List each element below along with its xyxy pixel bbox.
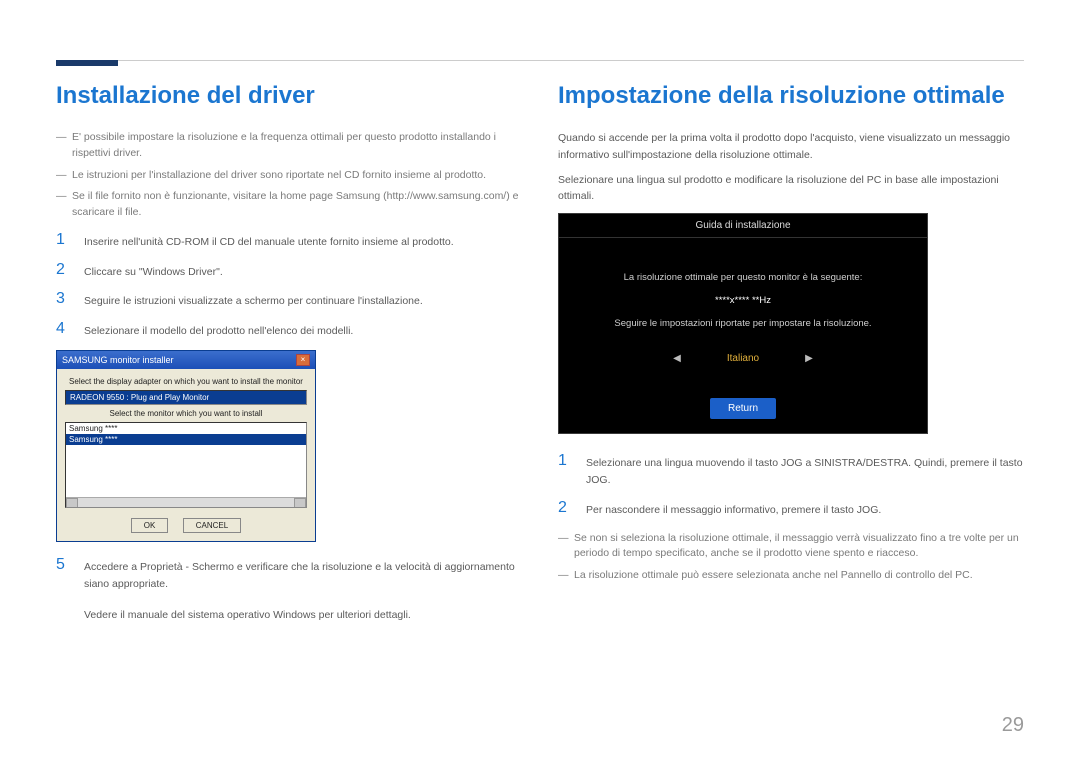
top-rule-accent xyxy=(56,60,118,66)
step-text: Selezionare il modello del prodotto nell… xyxy=(84,320,353,340)
osd-line: Seguire le impostazioni riportate per im… xyxy=(575,318,911,329)
osd-language: Italiano xyxy=(727,353,759,364)
note-item: La risoluzione ottimale può essere selez… xyxy=(558,568,1024,584)
adapter-select[interactable]: RADEON 9550 : Plug and Play Monitor xyxy=(65,390,307,405)
installer-titlebar: SAMSUNG monitor installer × xyxy=(57,351,315,369)
note-item: Se non si seleziona la risoluzione ottim… xyxy=(558,531,1024,563)
osd-language-selector[interactable]: ◀ Italiano ▶ xyxy=(575,353,911,364)
step-row: 5 Accedere a Proprietà - Schermo e verif… xyxy=(56,556,522,593)
footer-text: Vedere il manuale del sistema operativo … xyxy=(84,607,522,624)
step-text: Cliccare su "Windows Driver". xyxy=(84,261,223,281)
installer-label: Select the display adapter on which you … xyxy=(65,377,307,386)
step-text: Accedere a Proprietà - Schermo e verific… xyxy=(84,556,522,593)
top-rule xyxy=(56,60,1024,61)
step-text: Seguire le istruzioni visualizzate a sch… xyxy=(84,290,423,310)
osd-title: Guida di installazione xyxy=(559,214,927,238)
step-number: 3 xyxy=(56,290,70,310)
paragraph: Selezionare una lingua sul prodotto e mo… xyxy=(558,172,1024,206)
step-number: 4 xyxy=(56,320,70,340)
step-row: 2 Cliccare su "Windows Driver". xyxy=(56,261,522,281)
note-item: Le istruzioni per l'installazione del dr… xyxy=(56,168,522,184)
step-number: 1 xyxy=(558,452,572,489)
step-row: 4 Selezionare il modello del prodotto ne… xyxy=(56,320,522,340)
scrollbar[interactable] xyxy=(66,497,306,507)
cancel-button[interactable]: CANCEL xyxy=(183,518,241,533)
note-item: Se il file fornito non è funzionante, vi… xyxy=(56,189,522,221)
ok-button[interactable]: OK xyxy=(131,518,169,533)
chevron-right-icon[interactable]: ▶ xyxy=(805,353,813,364)
step-number: 2 xyxy=(558,499,572,519)
osd-line: La risoluzione ottimale per questo monit… xyxy=(575,272,911,283)
installer-label: Select the monitor which you want to ins… xyxy=(65,409,307,418)
paragraph: Quando si accende per la prima volta il … xyxy=(558,130,1024,164)
installer-window: SAMSUNG monitor installer × Select the d… xyxy=(56,350,316,542)
page-title-left: Installazione del driver xyxy=(56,82,522,110)
step-text: Selezionare una lingua muovendo il tasto… xyxy=(586,452,1024,489)
osd-panel: Guida di installazione La risoluzione ot… xyxy=(558,213,928,434)
step-number: 1 xyxy=(56,231,70,251)
step-row: 1 Inserire nell'unità CD-ROM il CD del m… xyxy=(56,231,522,251)
step-row: 3 Seguire le istruzioni visualizzate a s… xyxy=(56,290,522,310)
right-column: Impostazione della risoluzione ottimale … xyxy=(558,82,1024,623)
list-item[interactable]: Samsung **** xyxy=(66,423,306,434)
step-number: 5 xyxy=(56,556,70,593)
list-item[interactable]: Samsung **** xyxy=(66,434,306,445)
step-row: 1 Selezionare una lingua muovendo il tas… xyxy=(558,452,1024,489)
step-text: Per nascondere il messaggio informativo,… xyxy=(586,499,881,519)
return-button[interactable]: Return xyxy=(710,398,776,419)
note-item: E' possibile impostare la risoluzione e … xyxy=(56,130,522,162)
step-row: 2 Per nascondere il messaggio informativ… xyxy=(558,499,1024,519)
close-icon[interactable]: × xyxy=(296,354,310,366)
step-text: Inserire nell'unità CD-ROM il CD del man… xyxy=(84,231,454,251)
adapter-select-value: RADEON 9550 : Plug and Play Monitor xyxy=(70,393,209,402)
page-number: 29 xyxy=(1002,714,1024,737)
page-title-right: Impostazione della risoluzione ottimale xyxy=(558,82,1024,110)
chevron-left-icon[interactable]: ◀ xyxy=(673,353,681,364)
step-number: 2 xyxy=(56,261,70,281)
osd-resolution: ****x**** **Hz xyxy=(575,295,911,306)
left-column: Installazione del driver E' possibile im… xyxy=(56,82,522,623)
monitor-listbox[interactable]: Samsung **** Samsung **** xyxy=(65,422,307,508)
installer-title: SAMSUNG monitor installer xyxy=(62,355,174,365)
